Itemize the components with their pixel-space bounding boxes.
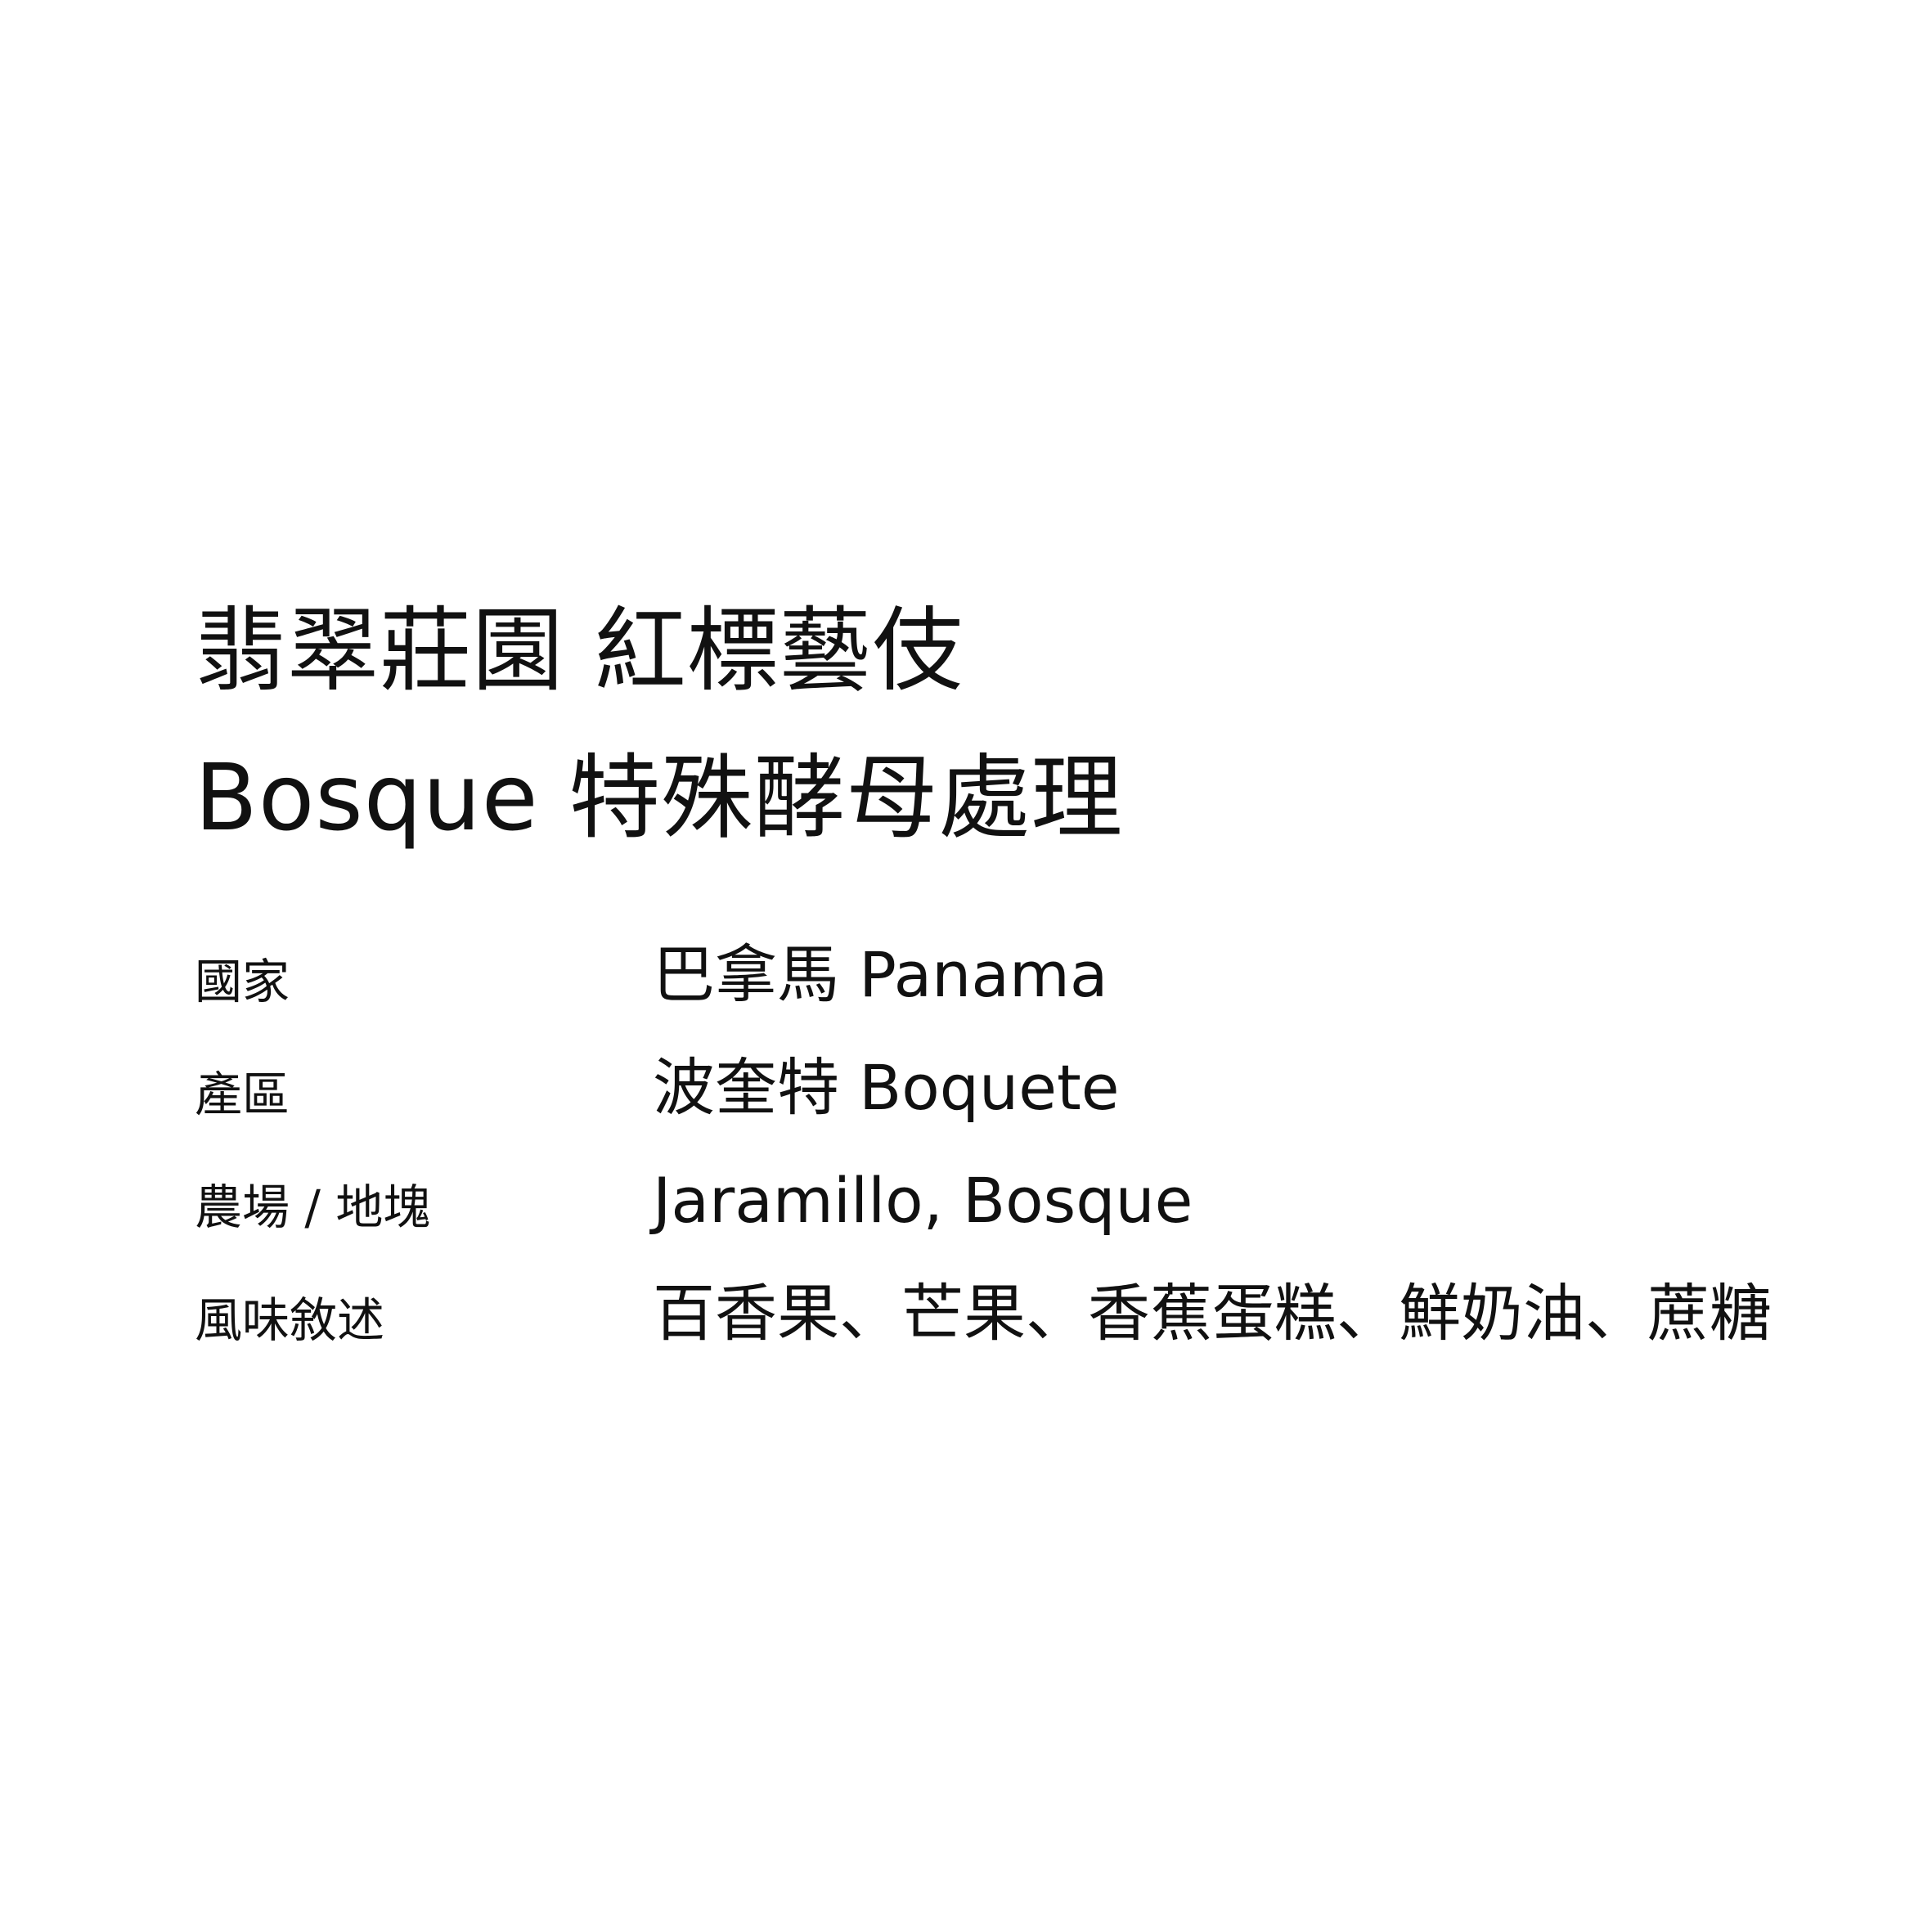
product-title-line-2: Bosque 特殊酵母處理	[195, 745, 1124, 851]
spec-row-region: 產區 波奎特 Boquete	[195, 1045, 1831, 1158]
spec-value-farm: Jaramillo, Bosque	[653, 1164, 1193, 1237]
spec-value-country: 巴拿馬 Panama	[653, 938, 1108, 1011]
spec-label-flavor: 風味敘述	[195, 1292, 385, 1348]
spec-label-farm: 農場 / 地塊	[195, 1179, 431, 1235]
spec-label-region: 產區	[195, 1067, 290, 1122]
spec-list: 國家 巴拿馬 Panama 產區 波奎特 Boquete 農場 / 地塊 Jar…	[195, 932, 1831, 1384]
spec-label-country: 國家	[195, 954, 290, 1009]
spec-value-region: 波奎特 Boquete	[653, 1051, 1120, 1124]
spec-row-country: 國家 巴拿馬 Panama	[195, 932, 1831, 1045]
product-title-line-1: 翡翠莊園 紅標藝伎	[195, 598, 964, 704]
spec-value-flavor: 百香果、芒果、香蕉蛋糕、鮮奶油、蔗糖	[653, 1277, 1772, 1350]
product-title: 翡翠莊園 紅標藝伎 Bosque 特殊酵母處理	[195, 577, 1123, 872]
spec-row-flavor: 風味敘述 百香果、芒果、香蕉蛋糕、鮮奶油、蔗糖	[195, 1271, 1831, 1384]
spec-row-farm: 農場 / 地塊 Jaramillo, Bosque	[195, 1158, 1831, 1271]
product-info-card: 翡翠莊園 紅標藝伎 Bosque 特殊酵母處理 國家 巴拿馬 Panama 產區…	[0, 0, 1932, 1932]
